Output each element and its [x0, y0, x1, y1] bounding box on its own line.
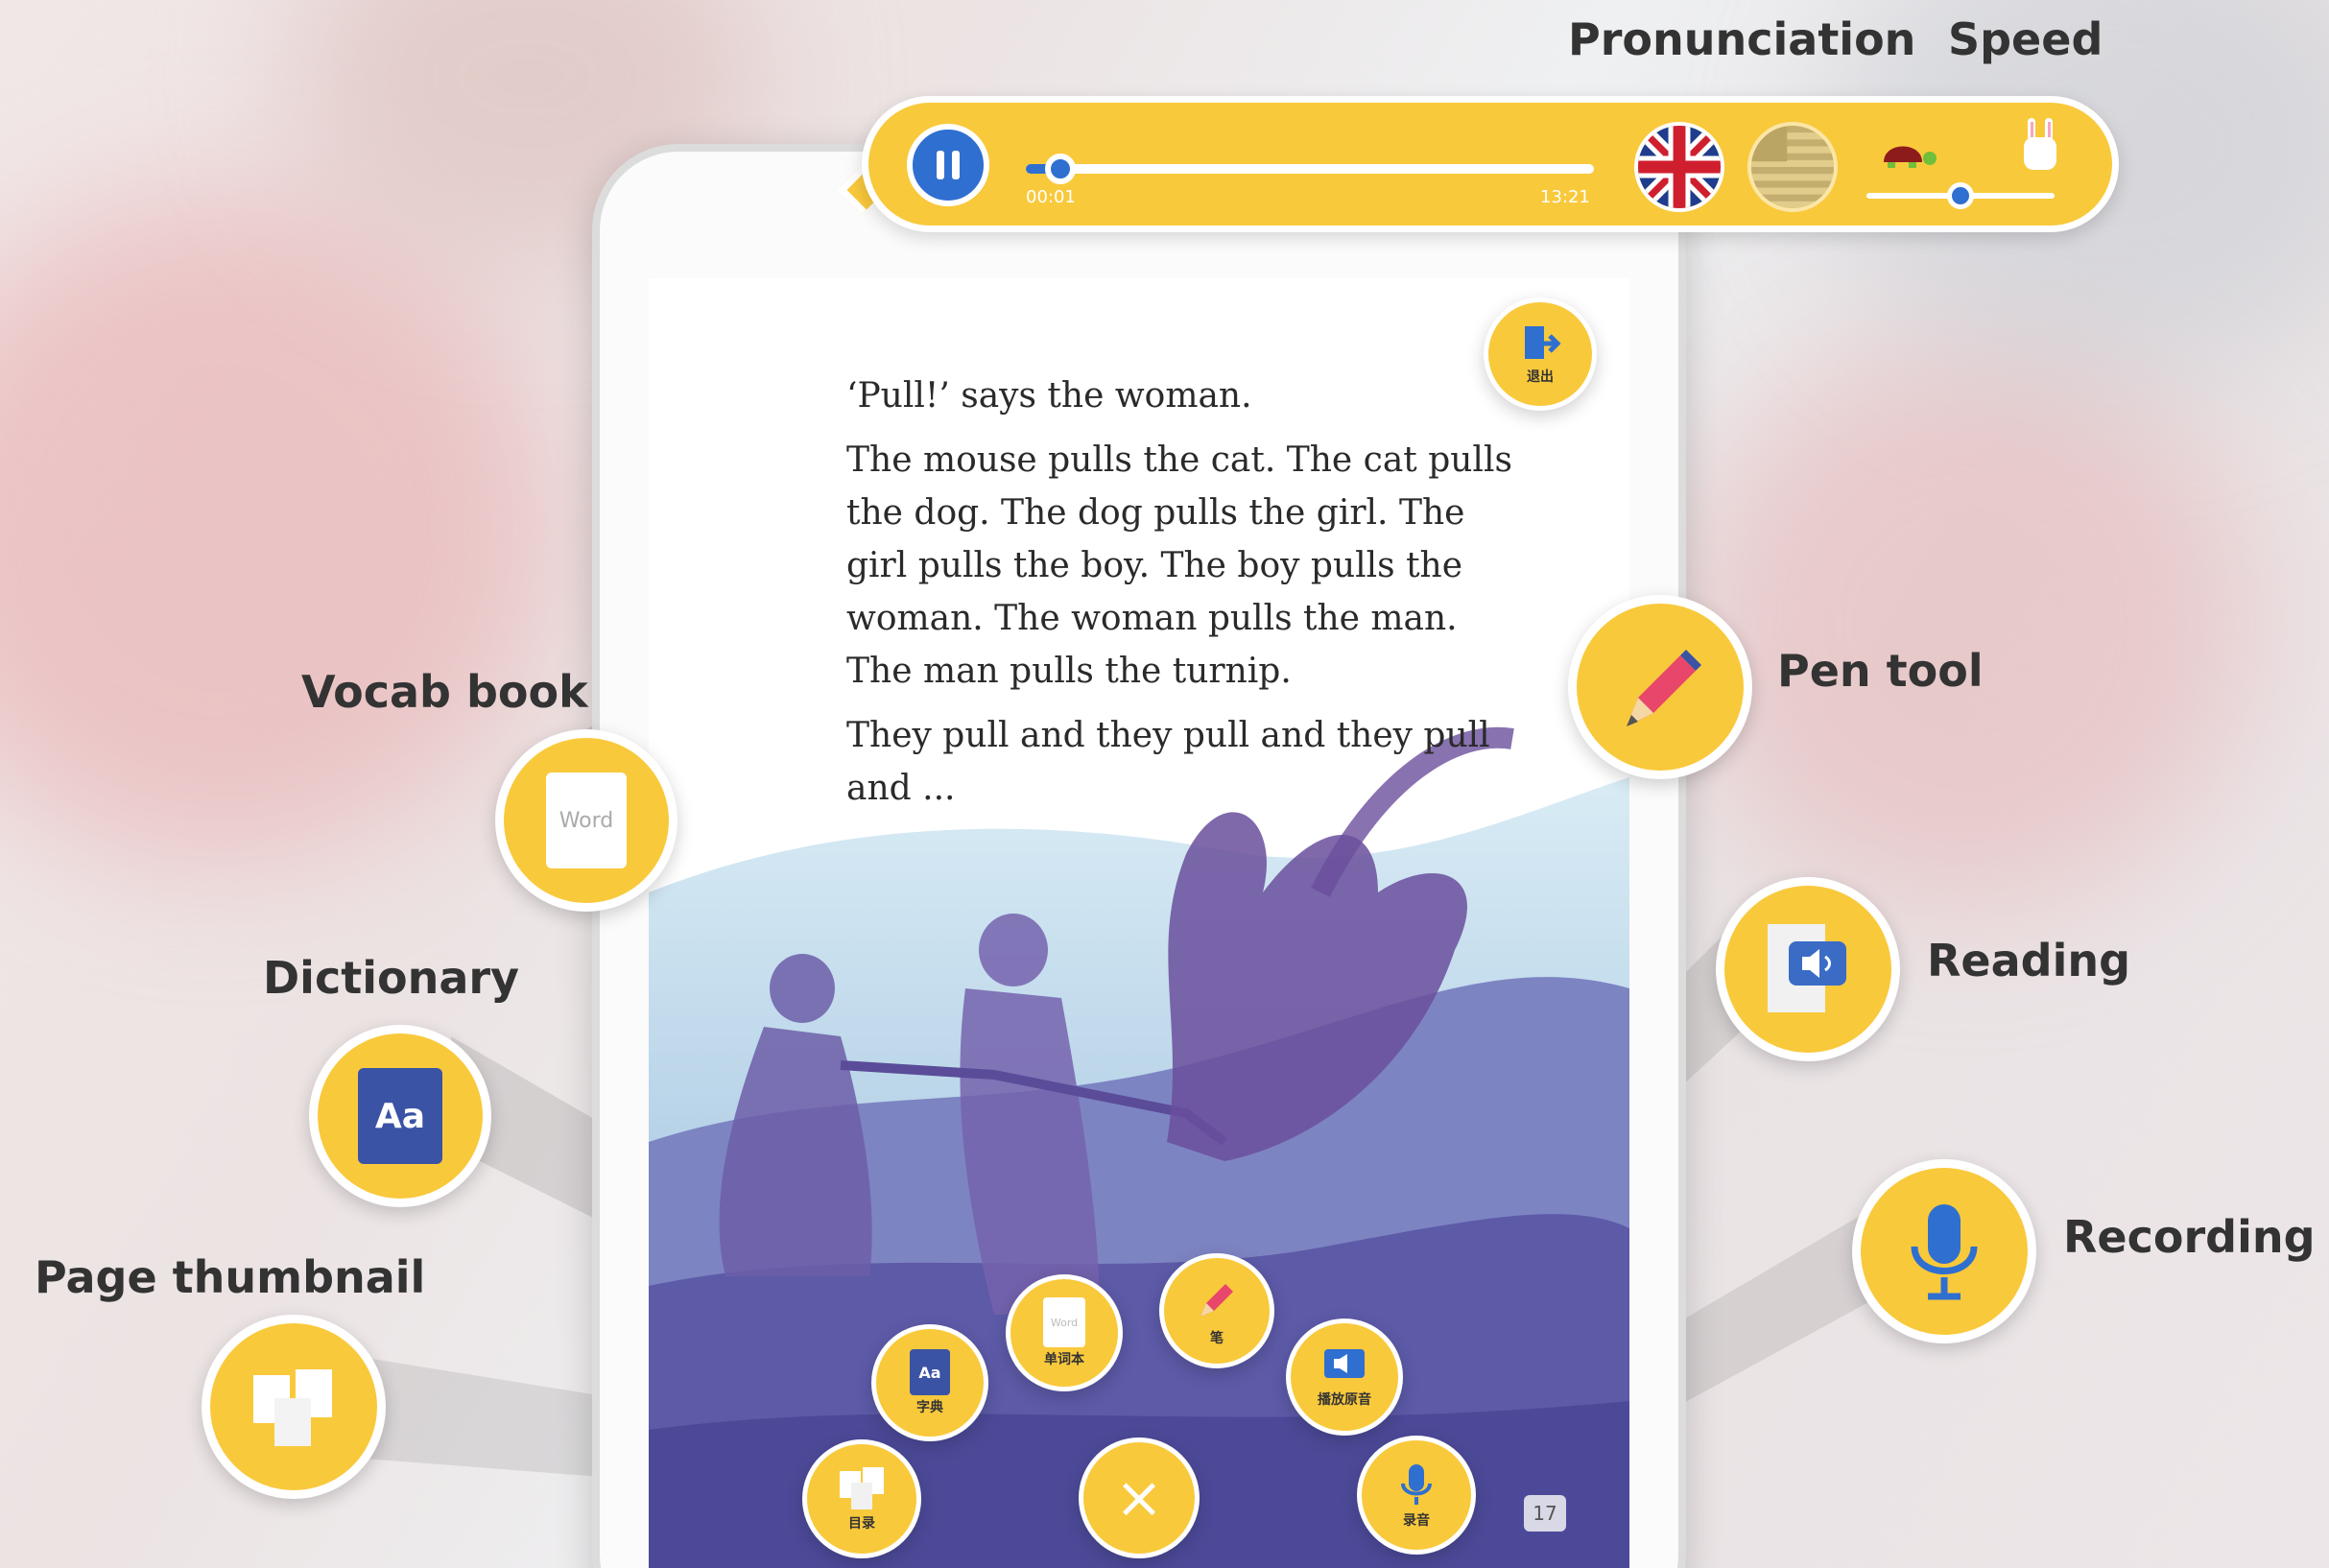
- uk-flag-button[interactable]: [1634, 122, 1724, 212]
- audio-player-bar: 00:01 13:21: [862, 96, 2119, 232]
- screen-dictionary-button[interactable]: Aa 字典: [871, 1324, 988, 1441]
- screen-thumbnail-button[interactable]: 目录: [802, 1439, 921, 1558]
- pronunciation-label: Pronunciation: [1568, 13, 1916, 65]
- progress-track[interactable]: [1026, 154, 1594, 184]
- screen-reading-label: 播放原音: [1318, 1392, 1371, 1408]
- screen-pen-button[interactable]: 笔: [1159, 1253, 1274, 1368]
- screen-pen-label: 笔: [1210, 1331, 1224, 1346]
- word-notebook-icon: Word: [546, 772, 627, 868]
- word-notebook-icon: Word: [1043, 1297, 1085, 1347]
- screen-reading-button[interactable]: 播放原音: [1286, 1319, 1403, 1436]
- story-paragraph: The mouse pulls the cat. The cat pulls t…: [846, 440, 1512, 691]
- speed-slider[interactable]: [1866, 182, 2055, 209]
- close-icon: ×: [1114, 1464, 1164, 1532]
- screen-thumbnail-label: 目录: [848, 1516, 875, 1532]
- microphone-icon: [1911, 1204, 1978, 1300]
- uk-flag-icon: [1638, 126, 1721, 208]
- pages-icon: [253, 1369, 332, 1446]
- pencil-icon: [1200, 1284, 1233, 1317]
- exit-icon: [1525, 326, 1561, 359]
- story-text: ‘Pull!’ says the woman. The mouse pulls …: [846, 369, 1518, 826]
- screen-dictionary-label: 字典: [916, 1400, 943, 1415]
- reading-button[interactable]: [1716, 877, 1900, 1061]
- speed-label: Speed: [1948, 13, 2103, 65]
- speed-handle[interactable]: [1947, 182, 1974, 209]
- progress-handle[interactable]: [1044, 154, 1076, 184]
- page-thumbnail-label: Page thumbnail: [35, 1251, 426, 1303]
- speaker-icon: [1324, 1349, 1365, 1378]
- screen-recording-button[interactable]: 录音: [1357, 1436, 1476, 1555]
- dictionary-button[interactable]: Aa: [309, 1025, 491, 1207]
- rabbit-icon: [2024, 118, 2056, 170]
- dictionary-label: Dictionary: [263, 952, 520, 1004]
- vocab-book-button[interactable]: Word: [495, 729, 677, 912]
- recording-button[interactable]: [1852, 1159, 2036, 1343]
- pause-button[interactable]: [907, 124, 989, 206]
- screen-vocab-label: 单词本: [1044, 1352, 1084, 1367]
- recording-label: Recording: [2063, 1211, 2316, 1263]
- vocab-book-label: Vocab book: [301, 666, 588, 718]
- pen-tool-label: Pen tool: [1777, 645, 1984, 697]
- turtle-icon: [1884, 146, 1937, 168]
- pen-tool-button[interactable]: [1568, 595, 1752, 779]
- screen-vocab-button[interactable]: Word 单词本: [1006, 1274, 1123, 1391]
- story-paragraph: They pull and they pull and they pull an…: [846, 716, 1490, 808]
- story-paragraph: ‘Pull!’ says the woman.: [846, 376, 1252, 416]
- total-time: 13:21: [1540, 187, 1590, 207]
- pencil-icon: [1627, 650, 1701, 726]
- dictionary-icon: Aa: [910, 1349, 950, 1395]
- exit-label: 退出: [1527, 369, 1554, 385]
- page-thumbnail-button[interactable]: [202, 1315, 386, 1499]
- screen-close-button[interactable]: ×: [1079, 1437, 1200, 1558]
- us-flag-button[interactable]: [1747, 122, 1838, 212]
- pages-icon: [840, 1467, 884, 1509]
- speaker-icon: [1768, 924, 1846, 1012]
- screen-recording-label: 录音: [1403, 1513, 1430, 1529]
- reading-label: Reading: [1927, 935, 2131, 986]
- microphone-icon: [1401, 1464, 1432, 1505]
- pause-icon: [937, 151, 960, 179]
- us-flag-icon: [1751, 126, 1834, 208]
- dictionary-icon: Aa: [358, 1068, 442, 1164]
- page-number: 17: [1524, 1495, 1566, 1532]
- current-time: 00:01: [1026, 187, 1076, 207]
